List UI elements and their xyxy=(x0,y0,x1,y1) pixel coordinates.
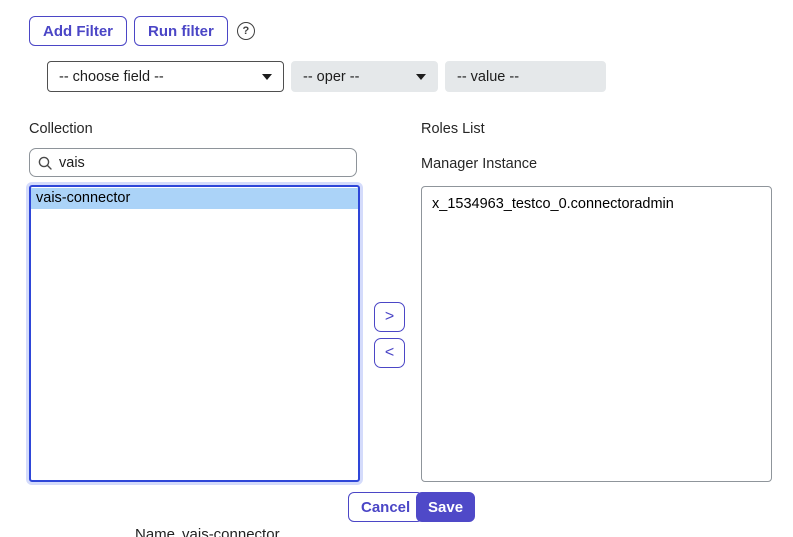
cancel-button[interactable]: Cancel xyxy=(348,492,423,522)
move-left-button[interactable]: < xyxy=(374,338,405,368)
add-filter-button[interactable]: Add Filter xyxy=(29,16,127,46)
collection-label: Collection xyxy=(29,121,93,137)
operator-dropdown-value: -- oper -- xyxy=(303,69,359,85)
roles-list-item[interactable]: x_1534963_testco_0.connectoradmin xyxy=(432,194,761,214)
value-field[interactable]: -- value -- xyxy=(445,61,606,92)
search-icon xyxy=(38,156,52,170)
manager-instance-label: Manager Instance xyxy=(421,156,537,172)
collection-search xyxy=(29,148,357,177)
record-name-row: Name vais-connector xyxy=(135,526,280,537)
collection-list-item[interactable]: vais-connector xyxy=(31,188,358,209)
collection-listbox[interactable]: vais-connector xyxy=(29,185,360,482)
transfer-controls: > < xyxy=(374,302,405,368)
help-icon[interactable]: ? xyxy=(237,22,255,40)
field-dropdown-value: -- choose field -- xyxy=(59,69,164,85)
collection-search-input[interactable] xyxy=(59,155,348,171)
chevron-down-icon xyxy=(416,74,426,80)
filter-condition-row: -- choose field -- -- oper -- -- value -… xyxy=(47,61,606,92)
filter-toolbar: Add Filter Run filter ? xyxy=(29,16,255,46)
value-field-text: -- value -- xyxy=(457,69,519,85)
roles-list-label: Roles List xyxy=(421,121,485,137)
operator-dropdown[interactable]: -- oper -- xyxy=(291,61,438,92)
chevron-down-icon xyxy=(262,74,272,80)
save-button[interactable]: Save xyxy=(416,492,475,522)
run-filter-button[interactable]: Run filter xyxy=(134,16,228,46)
roles-listbox[interactable]: x_1534963_testco_0.connectoradmin xyxy=(421,186,772,482)
name-value: vais-connector xyxy=(182,526,280,537)
move-right-button[interactable]: > xyxy=(374,302,405,332)
field-dropdown[interactable]: -- choose field -- xyxy=(47,61,284,92)
role-assignment-dialog: Add Filter Run filter ? -- choose field … xyxy=(0,0,793,537)
name-label: Name xyxy=(135,526,175,537)
